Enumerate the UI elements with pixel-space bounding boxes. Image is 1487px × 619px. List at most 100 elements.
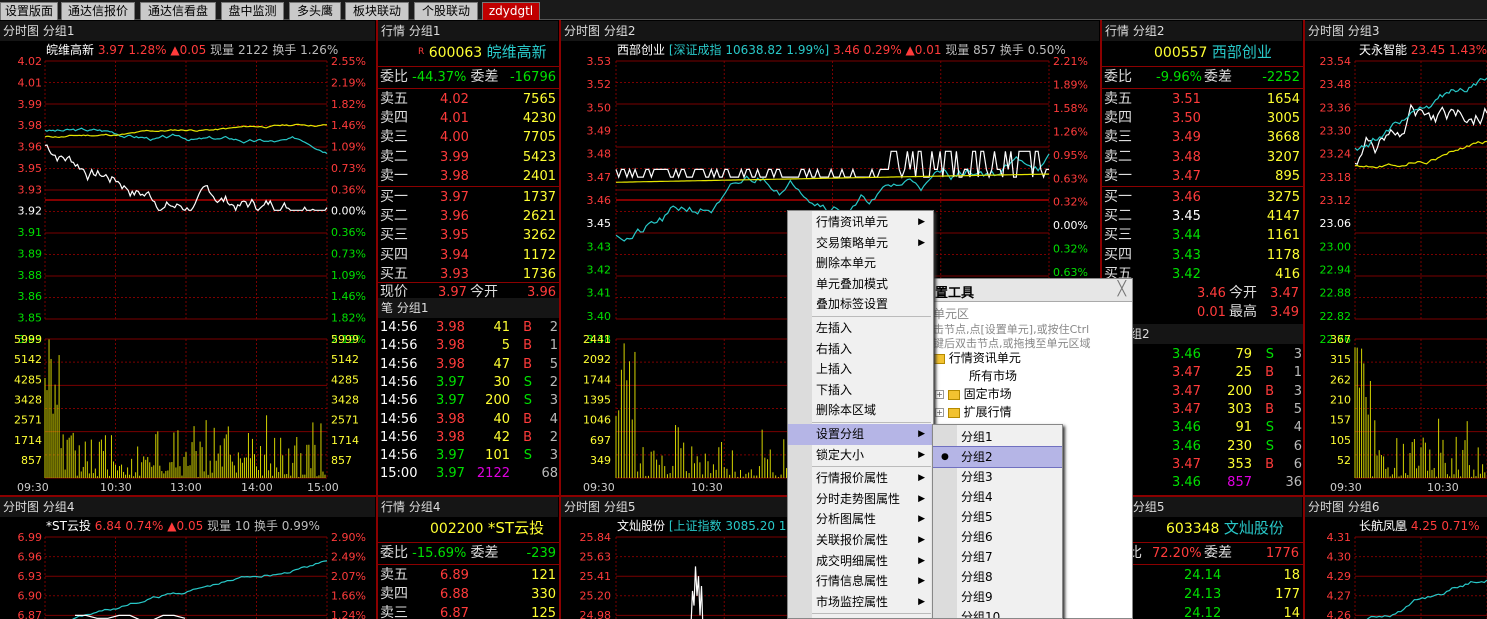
context-menu[interactable]: 行情资讯单元 ▶ 交易策略单元 ▶ 删除本单元 单元叠加模式 叠加标签设置 左插入 右插入 上插入… — [787, 210, 934, 619]
panel-header-quote2[interactable]: 行情 分组2 — [1102, 21, 1302, 41]
menu-item[interactable]: 市场监控属性 ▶ — [788, 592, 933, 613]
book-row[interactable]: 卖四 6.88 330 — [380, 585, 558, 604]
panel-header-chart2[interactable]: 分时图 分组2 — [561, 21, 1099, 41]
menu-item[interactable]: 行情报价属性 ▶ — [788, 468, 933, 489]
tick-row[interactable]: 14:56 3.97 200 S 3 — [380, 391, 558, 410]
tick-row[interactable]: 63.4679S3 — [1104, 345, 1302, 364]
menu-item[interactable]: 右插入 — [788, 339, 933, 360]
book-row[interactable]: 24.12 14 — [1104, 604, 1302, 619]
submenu-item[interactable]: ● 分组2 — [933, 446, 1062, 468]
book-row[interactable]: 买五 3.42 416 — [1104, 265, 1302, 284]
book-row[interactable]: 卖五 3.51 1654 — [1104, 90, 1302, 109]
book-row[interactable]: 买三 3.44 1161 — [1104, 226, 1302, 245]
group-submenu[interactable]: 分组1 ● 分组2 分组3 分组4 分组5 分组6 分组7 分组8 分组9 分组10 — [932, 424, 1063, 619]
book-row[interactable]: 24.14 18 — [1104, 566, 1302, 585]
panel-header-quote1[interactable]: 行情 分组1 — [378, 21, 558, 41]
tick-row[interactable]: 63.46230S6 — [1104, 437, 1302, 456]
book-row[interactable]: 买二 3.96 2621 — [380, 207, 558, 226]
book-row[interactable]: 买五 3.93 1736 — [380, 265, 558, 284]
book-row[interactable]: 买四 3.43 1178 — [1104, 246, 1302, 265]
menu-item[interactable]: 关联报价属性 ▶ — [788, 530, 933, 551]
tick-row[interactable]: 15:00 3.97 2122 68 — [380, 464, 558, 483]
tree-node-all-markets[interactable]: 所有市场 — [969, 367, 1017, 384]
book-row[interactable]: 卖一 3.47 895 — [1104, 167, 1302, 186]
menu-item[interactable]: 删除本单元 — [788, 253, 933, 274]
chart1-area[interactable]: 皖维高新 3.97 1.28% ▲0.05 现量 2122 换手 1.26% 4… — [0, 41, 376, 495]
menu-item[interactable]: 成交明细属性 ▶ — [788, 551, 933, 572]
tick-row[interactable]: 73.47353B6 — [1104, 455, 1302, 474]
menu-item[interactable]: 行情资讯单元 ▶ — [788, 212, 933, 233]
tick-row[interactable]: 14:56 3.98 42 B 2 — [380, 428, 558, 447]
panel-divider[interactable] — [0, 495, 1487, 497]
tick-row[interactable]: 63.47303B5 — [1104, 400, 1302, 419]
book-row[interactable]: 卖三 3.49 3668 — [1104, 128, 1302, 147]
book-row[interactable]: 卖五 4.02 7565 — [380, 90, 558, 109]
book-row[interactable]: 卖四 4.01 4230 — [380, 109, 558, 128]
submenu-item[interactable]: 分组1 — [933, 427, 1062, 447]
tree-node-ext-market[interactable]: + 扩展行情 — [935, 403, 1012, 420]
expand-icon[interactable]: + — [935, 408, 944, 417]
close-icon[interactable]: ╳ — [1118, 281, 1126, 297]
submenu-item[interactable]: 分组8 — [933, 567, 1062, 587]
tick-row[interactable]: 14:56 3.98 40 B 4 — [380, 410, 558, 429]
submenu-item[interactable]: 分组5 — [933, 507, 1062, 527]
menu-item[interactable]: 交易策略单元 ▶ — [788, 233, 933, 254]
tick-row[interactable]: 63.4725B1 — [1104, 363, 1302, 382]
chart3-area[interactable]: 天永智能 23.45 1.43% 23.54 23.48 23.36 23.30 23.… — [1305, 41, 1487, 495]
menu-item[interactable]: 行情信息属性 ▶ — [788, 571, 933, 592]
panel-header-chart4[interactable]: 分时图 分组4 — [0, 497, 375, 517]
menu-item[interactable]: 单元叠加模式 — [788, 274, 933, 295]
menu-item[interactable]: 锁定大小 ▶ — [788, 445, 933, 466]
tab-bull-eagle[interactable]: 多头鹰 — [289, 2, 341, 20]
tree-node-info-unit[interactable]: 行情资讯单元 — [933, 349, 1021, 366]
menu-item[interactable]: 分析图属性 ▶ — [788, 509, 933, 530]
submenu-item[interactable]: 分组9 — [933, 587, 1062, 607]
tab-tdx-board[interactable]: 通达信看盘 — [140, 2, 216, 20]
tick-row[interactable]: 14:56 3.98 5 B 1 — [380, 336, 558, 355]
tab-stock-link[interactable]: 个股联动 — [414, 2, 478, 20]
menu-item[interactable]: 删除本区域 — [788, 400, 933, 421]
panel-header-ticks1[interactable]: 笔 分组1 — [378, 298, 559, 318]
submenu-item[interactable]: 分组4 — [933, 487, 1062, 507]
book-row[interactable]: 卖一 3.98 2401 — [380, 167, 558, 186]
menu-item[interactable]: 左插入 — [788, 318, 933, 339]
panel-header-chart6[interactable]: 分时图 分组6 — [1305, 497, 1487, 517]
tab-tdx-quote[interactable]: 通达信报价 — [61, 2, 135, 20]
tab-sector-link[interactable]: 板块联动 — [345, 2, 409, 20]
book-row[interactable]: 卖四 3.50 3005 — [1104, 109, 1302, 128]
expand-icon[interactable]: + — [935, 390, 944, 399]
menu-item[interactable]: 叠加标签设置 — [788, 294, 933, 315]
menu-item[interactable]: 上插入 — [788, 359, 933, 380]
tick-row[interactable]: 63.4691S4 — [1104, 418, 1302, 437]
tab-zdydgtl[interactable]: zdydgtl — [482, 2, 540, 20]
book-row[interactable]: 买二 3.45 4147 — [1104, 207, 1302, 226]
tick-row[interactable]: 03.4685736 — [1104, 473, 1302, 492]
menu-item[interactable]: 设置分组 ▶ — [788, 423, 933, 445]
tick-row[interactable]: 14:56 3.97 101 S 3 — [380, 446, 558, 465]
tick-row[interactable]: 14:56 3.98 47 B 5 — [380, 355, 558, 374]
book-row[interactable]: 卖三 6.87 125 — [380, 604, 558, 619]
panel-header-chart1[interactable]: 分时图 分组1 — [0, 21, 375, 41]
book-row[interactable]: 卖五 6.89 121 — [380, 566, 558, 585]
tick-row[interactable]: 63.47200B3 — [1104, 382, 1302, 401]
submenu-item[interactable]: 分组7 — [933, 547, 1062, 567]
chart6-area[interactable]: 长航凤凰 4.25 0.71% 4.31 4.30 4.29 4.27 4.26 — [1305, 517, 1487, 619]
book-row[interactable]: 买三 3.95 3262 — [380, 226, 558, 245]
menu-item[interactable]: 设置单元配置文件 — [788, 615, 933, 618]
tick-row[interactable]: 14:56 3.97 30 S 2 — [380, 373, 558, 392]
menu-item[interactable]: 分时走势图属性 ▶ — [788, 489, 933, 510]
tree-node-fixed-market[interactable]: + 固定市场 — [935, 385, 1012, 402]
quote4-panel[interactable]: 002200 *ST云投 委比 -15.69% 委差 -239 卖五 6.89 12… — [378, 517, 559, 619]
tab-monitor[interactable]: 盘中监测 — [221, 2, 284, 20]
tab-layout[interactable]: 设置版面 — [0, 2, 58, 20]
book-row[interactable]: 卖二 3.48 3207 — [1104, 148, 1302, 167]
submenu-item[interactable]: 分组6 — [933, 527, 1062, 547]
quote1-panel[interactable]: R 600063 皖维高新 委比 -44.37% 委差 -16796 卖五 4.0… — [378, 41, 559, 495]
panel-header-quote4[interactable]: 行情 分组4 — [378, 497, 558, 517]
tick-row[interactable]: 14:56 3.98 41 B 2 — [380, 318, 558, 337]
book-row[interactable]: 买四 3.94 1172 — [380, 246, 558, 265]
dialog-titlebar[interactable]: 置工具 ╳ — [931, 279, 1132, 302]
book-row[interactable]: 卖三 4.00 7705 — [380, 128, 558, 147]
menu-item[interactable]: 下插入 — [788, 380, 933, 401]
book-row[interactable]: 卖二 3.99 5423 — [380, 148, 558, 167]
